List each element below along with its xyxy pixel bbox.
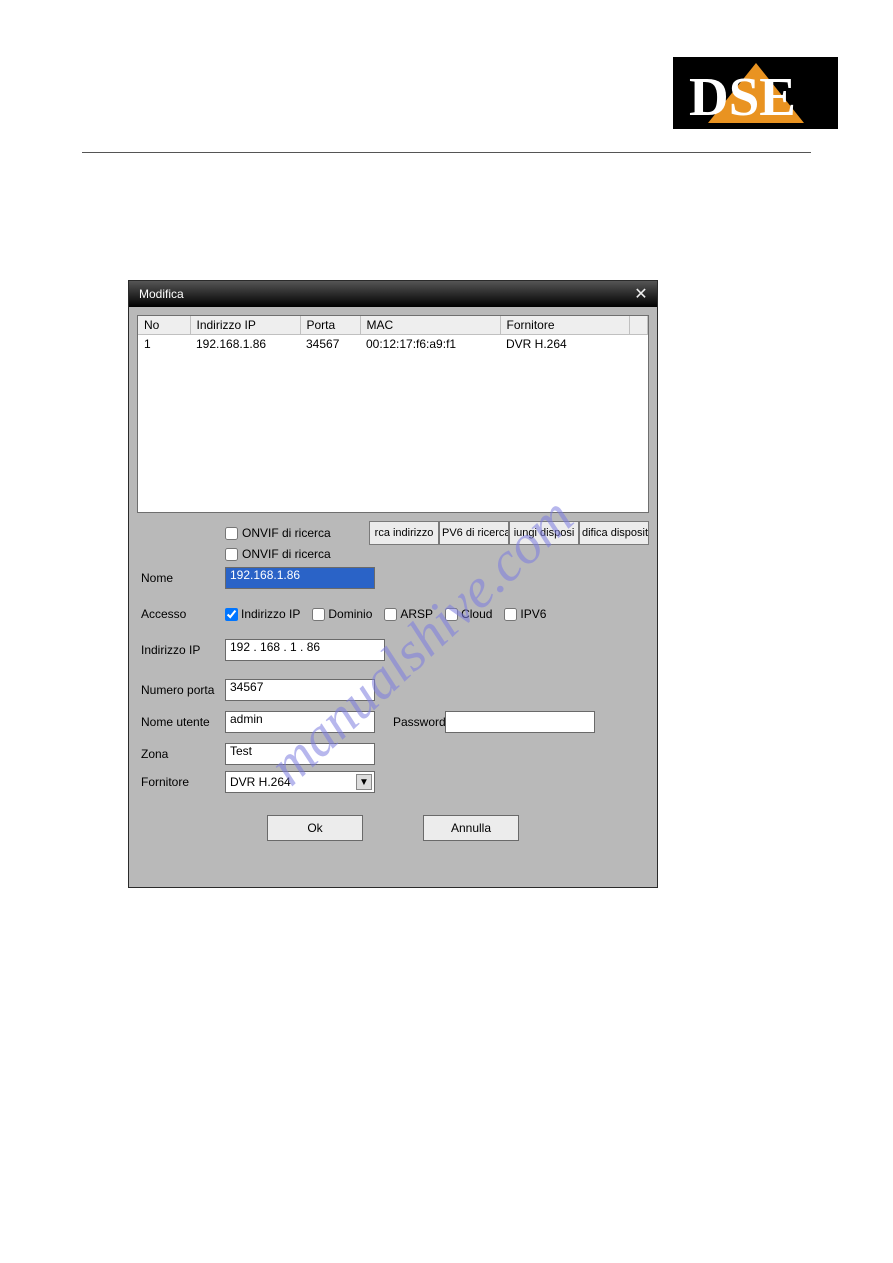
col-ip[interactable]: Indirizzo IP (190, 316, 300, 335)
ipv6-search-button[interactable]: PV6 di ricerca (439, 521, 509, 545)
fornitore-label: Fornitore (137, 775, 225, 789)
cell-no: 1 (138, 335, 190, 354)
onvif-search-check-2[interactable]: ONVIF di ricerca (225, 547, 331, 561)
close-icon[interactable]: ✕ (631, 284, 651, 304)
indirizzo-ip-input[interactable]: 192 . 168 . 1 . 86 (225, 639, 385, 661)
cancel-button[interactable]: Annulla (423, 815, 519, 841)
access-arsp[interactable]: ARSP (384, 607, 433, 621)
access-ipv6[interactable]: IPV6 (504, 607, 546, 621)
zona-input[interactable]: Test (225, 743, 375, 765)
access-dominio[interactable]: Dominio (312, 607, 372, 621)
search-address-button[interactable]: rca indirizzo (369, 521, 439, 545)
cell-mac: 00:12:17:f6:a9:f1 (360, 335, 500, 354)
password-label: Password (375, 715, 445, 729)
dialog-titlebar: Modifica ✕ (129, 281, 657, 307)
device-form: Nome 192.168.1.86 Accesso Indirizzo IP D… (137, 567, 649, 841)
cell-ip: 192.168.1.86 (190, 335, 300, 354)
fornitore-select[interactable]: DVR H.264 ▼ (225, 771, 375, 793)
password-input[interactable] (445, 711, 595, 733)
col-port[interactable]: Porta (300, 316, 360, 335)
svg-text:DSE: DSE (689, 66, 796, 127)
onvif-search-check-1[interactable]: ONVIF di ricerca (225, 526, 331, 540)
onvif-checkbox-1[interactable] (225, 527, 238, 540)
numero-porta-input[interactable]: 34567 (225, 679, 375, 701)
nome-label: Nome (137, 571, 225, 585)
add-device-button[interactable]: iungi disposi (509, 521, 579, 545)
table-row[interactable]: 1 192.168.1.86 34567 00:12:17:f6:a9:f1 D… (138, 335, 648, 354)
ok-button[interactable]: Ok (267, 815, 363, 841)
col-mac[interactable]: MAC (360, 316, 500, 335)
indirizzo-ip-label: Indirizzo IP (137, 643, 225, 657)
nome-utente-label: Nome utente (137, 715, 225, 729)
zona-label: Zona (137, 747, 225, 761)
col-vendor[interactable]: Fornitore (500, 316, 630, 335)
modifica-dialog: Modifica ✕ No Indirizzo IP Porta MAC For… (128, 280, 658, 888)
access-options: Indirizzo IP Dominio ARSP Cloud IPV6 (225, 607, 554, 621)
access-cloud[interactable]: Cloud (445, 607, 492, 621)
onvif-checkbox-2[interactable] (225, 548, 238, 561)
modify-device-button[interactable]: difica disposit (579, 521, 649, 545)
dialog-title: Modifica (139, 287, 184, 301)
access-ip[interactable]: Indirizzo IP (225, 607, 300, 621)
col-no[interactable]: No (138, 316, 190, 335)
nome-input[interactable]: 192.168.1.86 (225, 567, 375, 589)
accesso-label: Accesso (137, 607, 225, 621)
cell-vendor: DVR H.264 (500, 335, 630, 354)
device-list-area: No Indirizzo IP Porta MAC Fornitore 1 19… (137, 315, 649, 513)
device-table: No Indirizzo IP Porta MAC Fornitore 1 19… (138, 316, 648, 353)
header-divider (82, 152, 811, 153)
col-spacer (630, 316, 648, 335)
dse-logo: DSE (673, 57, 838, 129)
chevron-down-icon[interactable]: ▼ (356, 774, 372, 790)
numero-porta-label: Numero porta (137, 683, 225, 697)
cell-port: 34567 (300, 335, 360, 354)
nome-utente-input[interactable]: admin (225, 711, 375, 733)
